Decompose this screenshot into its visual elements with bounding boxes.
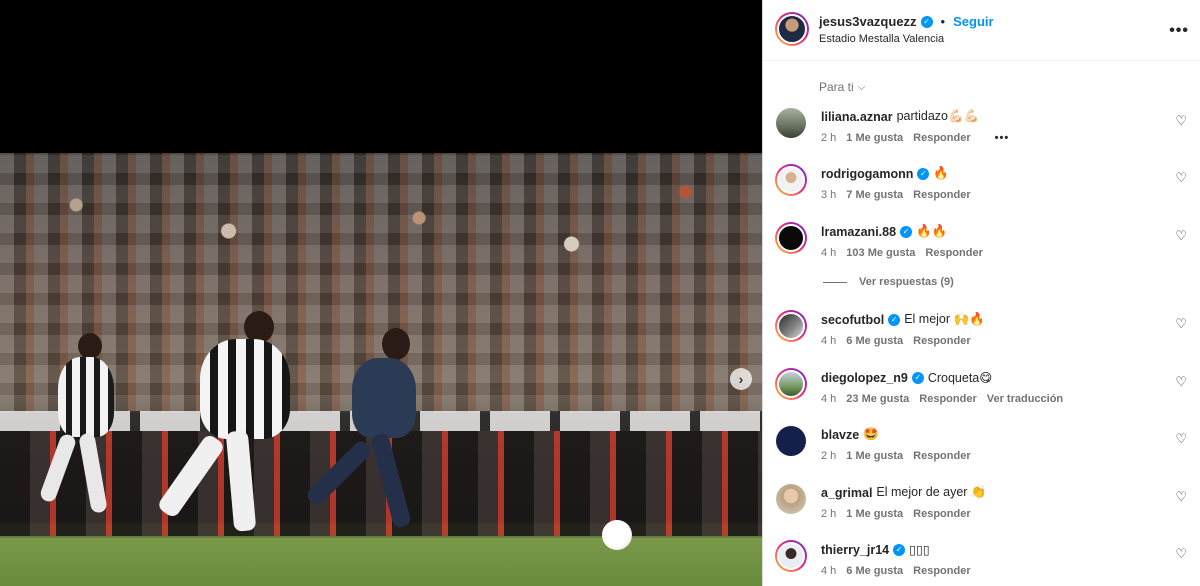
comment-username[interactable]: rodrigogamonn bbox=[821, 167, 913, 181]
player-striped-middle bbox=[140, 311, 310, 551]
like-heart-icon[interactable]: ♡ bbox=[1175, 170, 1187, 186]
author-avatar[interactable] bbox=[775, 12, 809, 46]
comment-item: lramazani.88 ✓ 🔥🔥 4 h 103 Me gusta Respo… bbox=[763, 222, 1200, 275]
comment-time: 4 h bbox=[821, 335, 837, 347]
reply-button[interactable]: Responder bbox=[913, 335, 970, 347]
comment-username[interactable]: lramazani.88 bbox=[821, 225, 896, 239]
next-slide-button[interactable]: › bbox=[730, 368, 752, 390]
post-photo[interactable] bbox=[0, 153, 762, 586]
like-heart-icon[interactable]: ♡ bbox=[1175, 316, 1187, 332]
separator-dot: • bbox=[940, 14, 946, 29]
like-heart-icon[interactable]: ♡ bbox=[1175, 374, 1187, 390]
comment-item: diegolopez_n9 ✓ Croqueta😋 4 h 23 Me gust… bbox=[763, 368, 1200, 421]
comment-likes[interactable]: 1 Me gusta bbox=[846, 132, 903, 144]
comment-likes[interactable]: 7 Me gusta bbox=[846, 189, 903, 201]
comment-username[interactable]: secofutbol bbox=[821, 313, 884, 327]
reply-button[interactable]: Responder bbox=[925, 247, 982, 259]
comment-text: Croqueta😋 bbox=[927, 371, 993, 385]
like-heart-icon[interactable]: ♡ bbox=[1175, 489, 1187, 505]
comment-avatar[interactable] bbox=[776, 108, 806, 138]
post-media: › bbox=[0, 0, 762, 586]
verified-icon: ✓ bbox=[920, 15, 933, 28]
like-heart-icon[interactable]: ♡ bbox=[1175, 546, 1187, 562]
comment-text: El mejor de ayer 👏 bbox=[876, 485, 987, 499]
comment-avatar[interactable] bbox=[775, 540, 807, 572]
replies-divider bbox=[823, 281, 847, 283]
post-header: jesus3vazquezz ✓ • Seguir Estadio Mestal… bbox=[763, 0, 1200, 61]
comment-item: blavze 🤩 2 h 1 Me gusta Responder ♡ bbox=[763, 426, 1200, 478]
comment-item: rodrigogamonn ✓ 🔥 3 h 7 Me gusta Respond… bbox=[763, 164, 1200, 217]
comment-username[interactable]: a_grimal bbox=[821, 486, 872, 500]
comments-filter[interactable]: Para ti ⌵ bbox=[819, 80, 865, 94]
comment-item: liliana.aznar partidazo💪🏻💪🏻 2 h 1 Me gus… bbox=[763, 108, 1200, 160]
comment-text: 🔥 bbox=[933, 166, 949, 180]
chevron-down-icon: ⌵ bbox=[857, 81, 866, 93]
follow-button[interactable]: Seguir bbox=[953, 14, 993, 29]
comment-text: partidazo💪🏻💪🏻 bbox=[896, 109, 980, 123]
filter-label: Para ti bbox=[819, 80, 854, 94]
like-heart-icon[interactable]: ♡ bbox=[1175, 228, 1187, 244]
reply-button[interactable]: Responder bbox=[913, 189, 970, 201]
comment-username[interactable]: blavze bbox=[821, 428, 859, 442]
comment-avatar[interactable] bbox=[775, 222, 807, 254]
comment-avatar[interactable] bbox=[775, 164, 807, 196]
chevron-right-icon: › bbox=[738, 371, 744, 387]
view-replies-label: Ver respuestas (9) bbox=[859, 276, 954, 288]
comment-item: thierry_jr14 ✓ ▯▯▯ 4 h 6 Me gusta Respon… bbox=[763, 540, 1200, 586]
verified-icon: ✓ bbox=[917, 167, 930, 180]
comment-likes[interactable]: 6 Me gusta bbox=[846, 565, 903, 577]
comment-time: 4 h bbox=[821, 393, 837, 405]
comment-text: 🔥🔥 bbox=[916, 224, 948, 238]
reply-button[interactable]: Responder bbox=[913, 450, 970, 462]
view-replies-button[interactable]: Ver respuestas (9) bbox=[823, 276, 954, 288]
instagram-post-modal: › jesus3vazquezz ✓ • Seguir Estadio Mest… bbox=[0, 0, 1200, 586]
player-striped-left bbox=[30, 333, 120, 553]
reply-button[interactable]: Responder bbox=[913, 565, 970, 577]
comment-likes[interactable]: 23 Me gusta bbox=[846, 393, 909, 405]
comment-time: 2 h bbox=[821, 508, 837, 520]
football bbox=[602, 520, 632, 550]
comment-time: 4 h bbox=[821, 565, 837, 577]
comment-avatar[interactable] bbox=[775, 368, 807, 400]
comment-username[interactable]: thierry_jr14 bbox=[821, 543, 889, 557]
comment-time: 4 h bbox=[821, 247, 837, 259]
verified-icon: ✓ bbox=[893, 543, 906, 556]
comment-likes[interactable]: 103 Me gusta bbox=[846, 247, 915, 259]
comment-username[interactable]: liliana.aznar bbox=[821, 110, 893, 124]
post-location[interactable]: Estadio Mestalla Valencia bbox=[819, 33, 944, 45]
more-options-icon[interactable]: ••• bbox=[1169, 22, 1189, 40]
like-heart-icon[interactable]: ♡ bbox=[1175, 113, 1187, 129]
comment-item: a_grimal El mejor de ayer 👏 2 h 1 Me gus… bbox=[763, 484, 1200, 536]
comment-avatar[interactable] bbox=[776, 426, 806, 456]
author-username[interactable]: jesus3vazquezz bbox=[819, 14, 917, 29]
comment-more-icon[interactable]: ••• bbox=[995, 132, 1010, 144]
comment-text: 🤩 bbox=[863, 427, 879, 441]
comment-text: El mejor 🙌🔥 bbox=[904, 312, 985, 326]
player-dark-kit bbox=[300, 328, 440, 548]
verified-icon: ✓ bbox=[888, 313, 901, 326]
comment-time: 2 h bbox=[821, 450, 837, 462]
comments-panel: jesus3vazquezz ✓ • Seguir Estadio Mestal… bbox=[762, 0, 1200, 586]
comment-likes[interactable]: 6 Me gusta bbox=[846, 335, 903, 347]
comment-time: 2 h bbox=[821, 132, 837, 144]
verified-icon: ✓ bbox=[900, 225, 913, 238]
comment-item: secofutbol ✓ El mejor 🙌🔥 4 h 6 Me gusta … bbox=[763, 310, 1200, 363]
comment-text: ▯▯▯ bbox=[909, 543, 930, 557]
comment-time: 3 h bbox=[821, 189, 837, 201]
comment-avatar[interactable] bbox=[775, 310, 807, 342]
comment-likes[interactable]: 1 Me gusta bbox=[846, 450, 903, 462]
comment-avatar[interactable] bbox=[776, 484, 806, 514]
comment-likes[interactable]: 1 Me gusta bbox=[846, 508, 903, 520]
reply-button[interactable]: Responder bbox=[919, 393, 976, 405]
like-heart-icon[interactable]: ♡ bbox=[1175, 431, 1187, 447]
see-translation-button[interactable]: Ver traducción bbox=[987, 393, 1063, 405]
reply-button[interactable]: Responder bbox=[913, 508, 970, 520]
verified-icon: ✓ bbox=[911, 371, 924, 384]
reply-button[interactable]: Responder bbox=[913, 132, 970, 144]
comment-username[interactable]: diegolopez_n9 bbox=[821, 371, 908, 385]
